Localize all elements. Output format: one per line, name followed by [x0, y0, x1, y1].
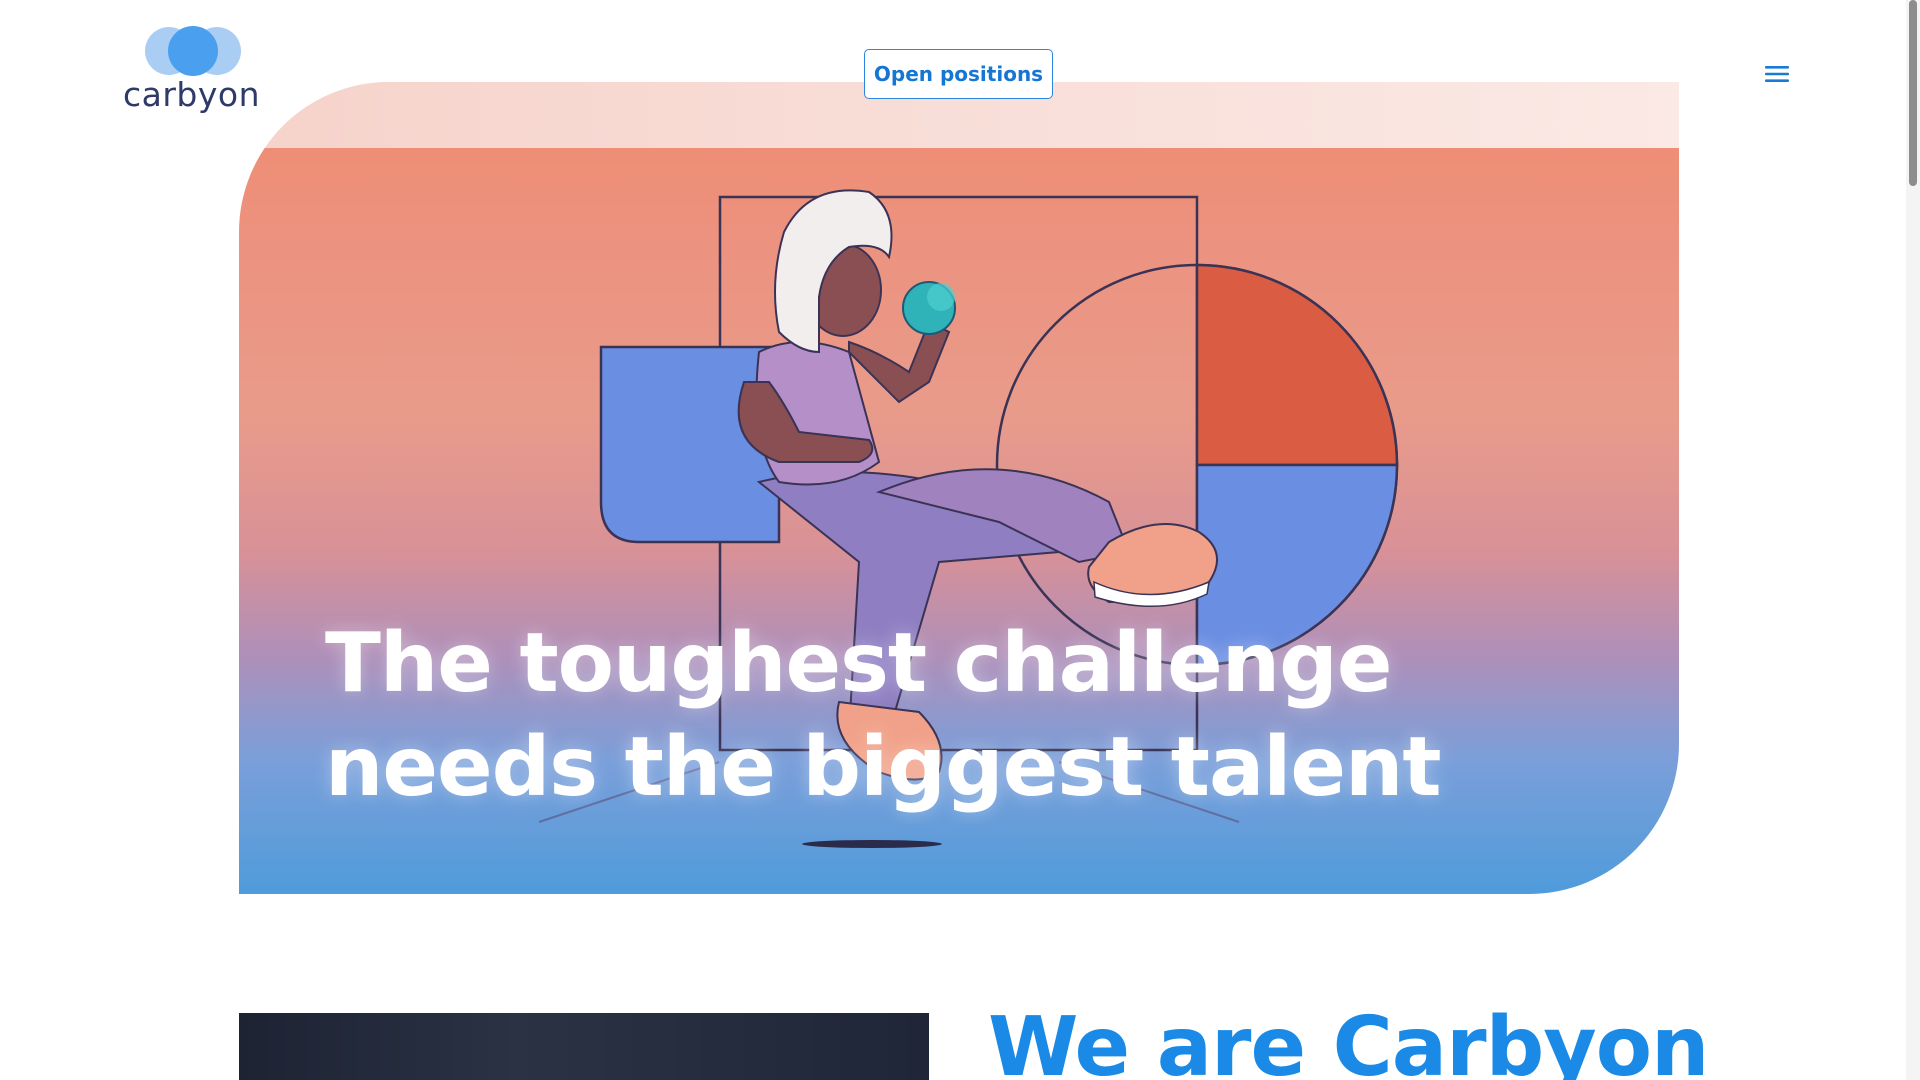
hero-banner: The toughest challenge needs the biggest… — [239, 82, 1679, 894]
hero-headline-line-1: The toughest challenge — [325, 616, 1392, 711]
hero-headline-line-2: needs the biggest talent — [325, 720, 1442, 815]
hamburger-menu-icon — [1765, 66, 1789, 82]
about-section-title: We are Carbyon — [988, 1000, 1709, 1080]
open-positions-button[interactable]: Open positions — [864, 49, 1053, 99]
video-thumbnail[interactable] — [239, 1013, 929, 1080]
menu-button[interactable] — [1760, 62, 1794, 86]
page-scrollbar[interactable] — [1906, 0, 1920, 1080]
hero-headline: The toughest challenge needs the biggest… — [325, 612, 1575, 820]
logo-circles-icon — [145, 26, 241, 76]
page: carbyon Open positions The toughest chal… — [0, 0, 1920, 1080]
scrollbar-thumb[interactable] — [1909, 0, 1917, 186]
